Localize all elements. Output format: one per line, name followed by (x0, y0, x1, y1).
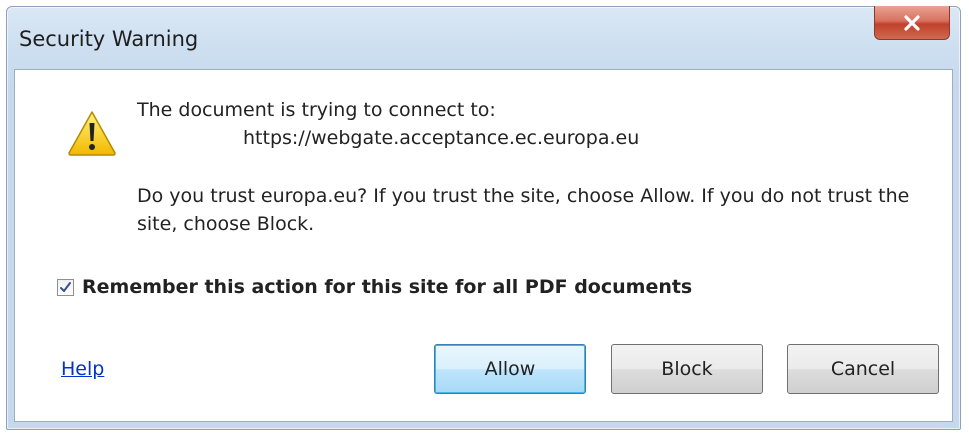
allow-button[interactable]: Allow (434, 344, 586, 394)
remember-action-label: Remember this action for this site for a… (82, 276, 693, 298)
security-warning-dialog: Security Warning The document is trying … (6, 6, 961, 430)
target-url: https://webgate.acceptance.ec.europa.eu (243, 127, 640, 149)
checkbox-box[interactable] (57, 278, 74, 296)
warning-icon (68, 111, 116, 156)
checkmark-icon (60, 281, 71, 292)
trust-prompt: Do you trust europa.eu? If you trust the… (137, 185, 910, 235)
remember-action-checkbox[interactable]: Remember this action for this site for a… (57, 276, 692, 298)
dialog-body: The document is trying to connect to: ht… (14, 69, 953, 422)
close-button[interactable] (874, 6, 950, 40)
cancel-button[interactable]: Cancel (787, 344, 939, 394)
block-button[interactable]: Block (611, 344, 763, 394)
dialog-title: Security Warning (19, 27, 199, 51)
title-bar[interactable]: Security Warning (7, 6, 960, 69)
help-link[interactable]: Help (61, 358, 104, 380)
close-icon (904, 14, 920, 31)
connect-message: The document is trying to connect to: (137, 99, 496, 121)
